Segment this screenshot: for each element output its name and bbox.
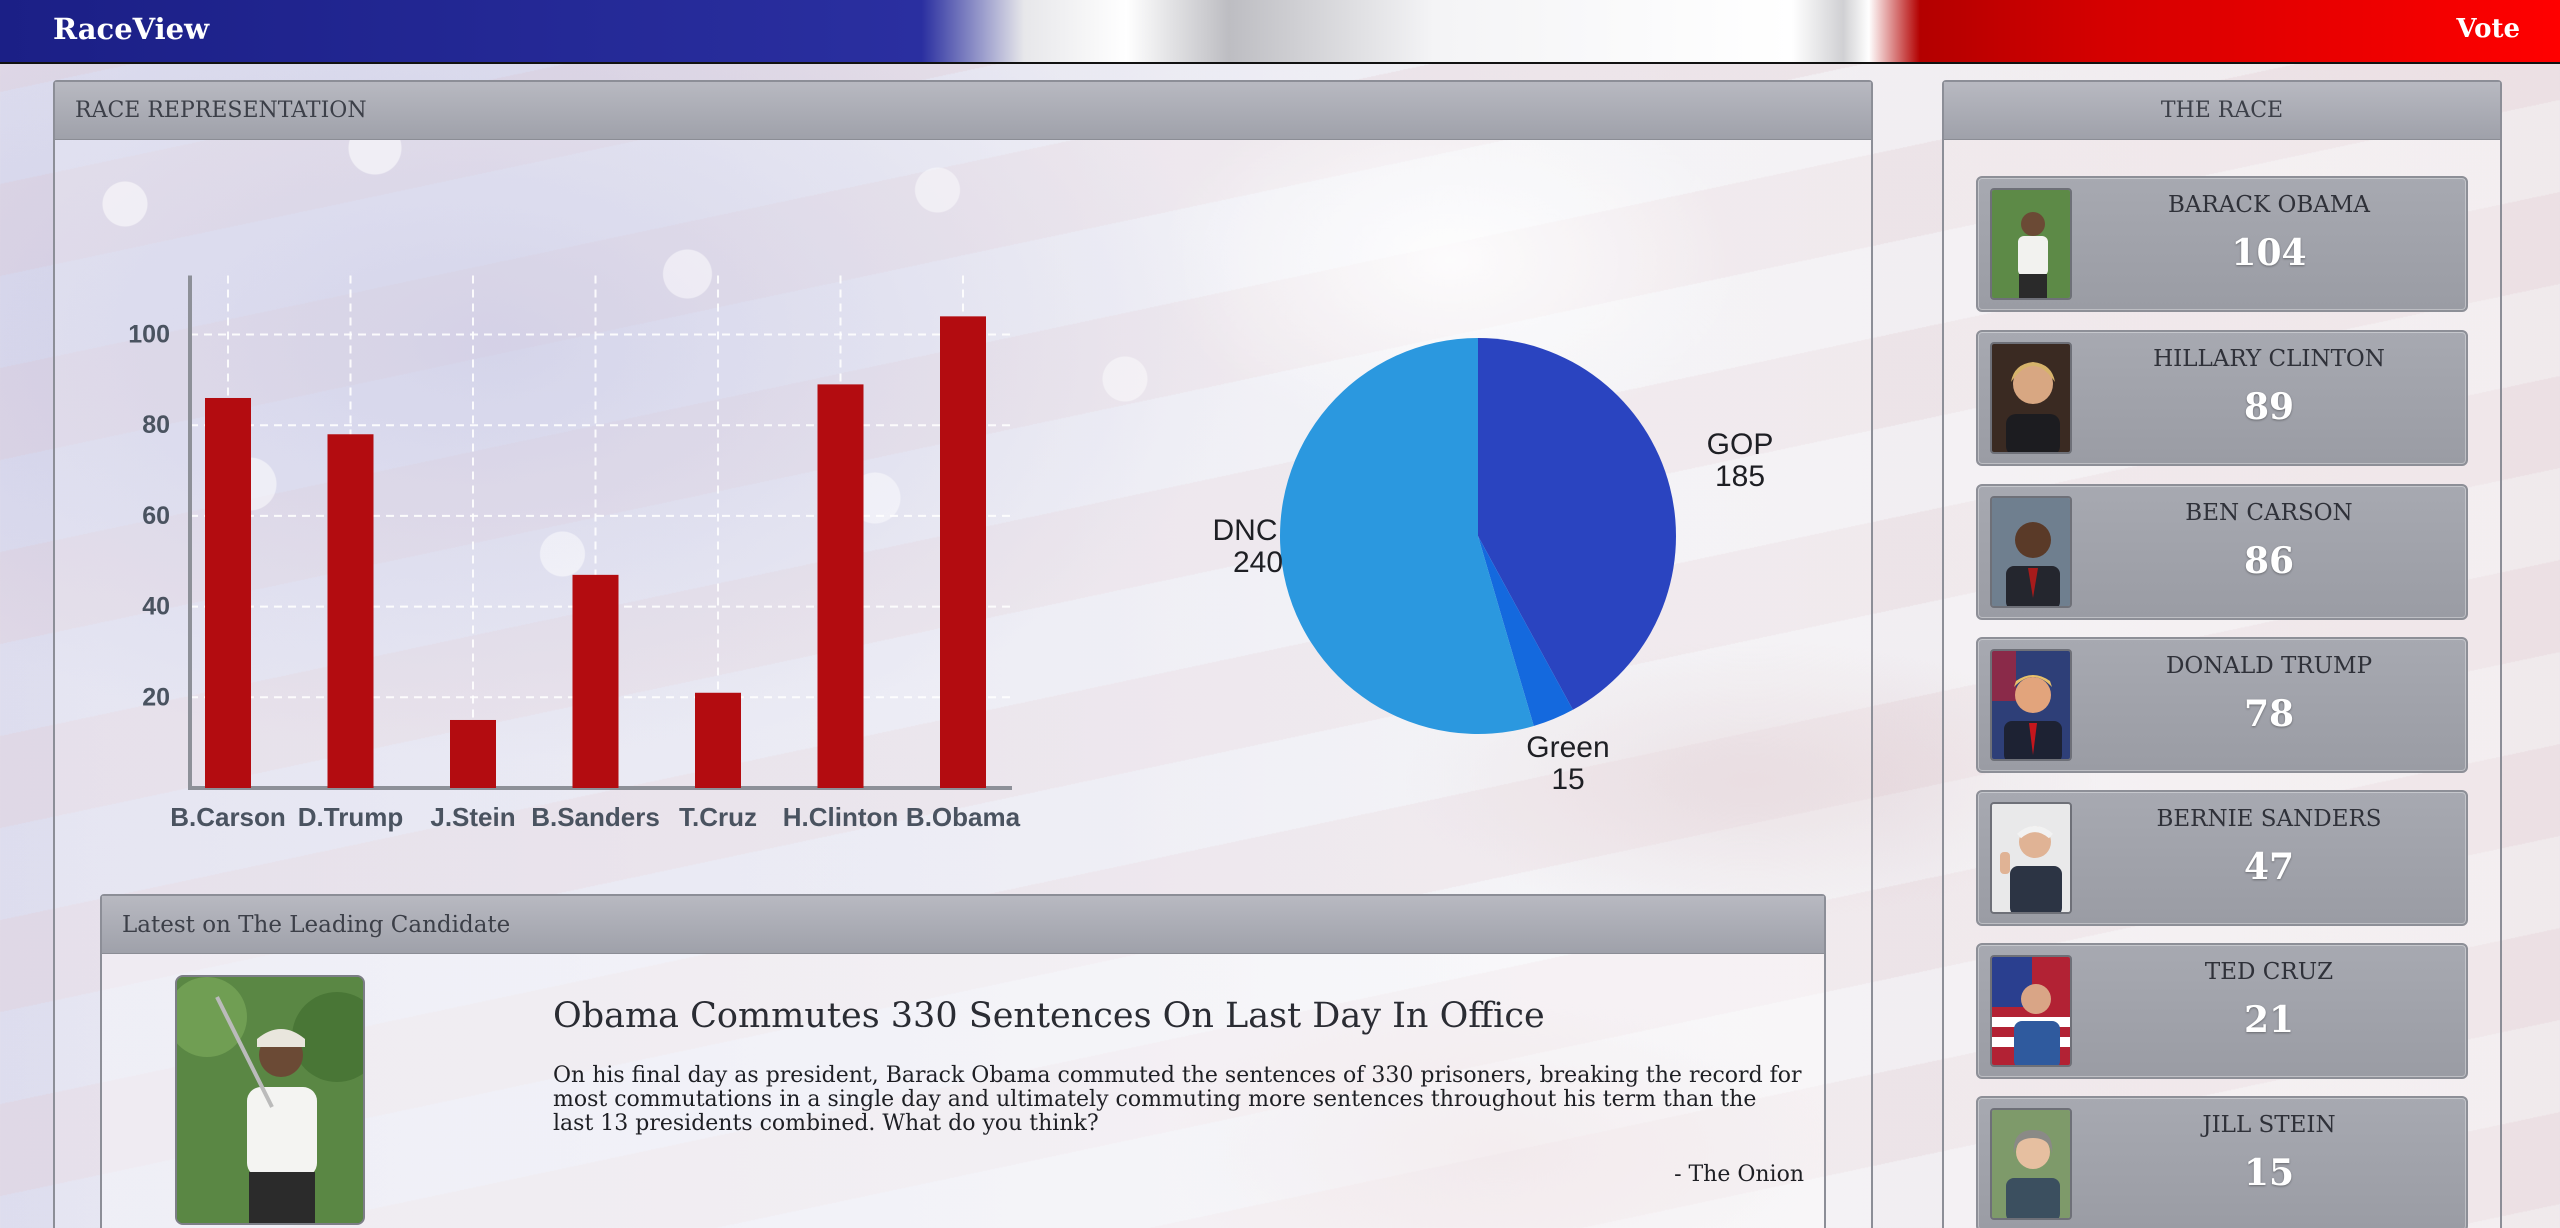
x-tick-label: D.Trump: [298, 802, 403, 832]
candidate-avatar: [1990, 496, 2072, 608]
bar: [572, 574, 619, 788]
news-title[interactable]: Obama Commutes 330 Sentences On Last Day…: [553, 996, 1803, 1036]
candidate-name: DONALD TRUMP: [2165, 653, 2373, 679]
candidate-votes: 89: [2243, 386, 2295, 428]
bar: [817, 384, 864, 788]
candidate-votes: 104: [2231, 232, 2307, 274]
bar: [327, 434, 374, 788]
news-body: On his final day as president, Barack Ob…: [553, 1063, 1802, 1136]
bar: [695, 692, 741, 788]
pie-value: 240: [1233, 546, 1283, 579]
pie-chart: GOP185 Green15 DNC240: [1213, 338, 1774, 796]
pie-label: GOP: [1707, 428, 1774, 461]
race-representation-title: RACE REPRESENTATION: [55, 82, 1871, 140]
pie-label: Green: [1526, 731, 1609, 764]
news-header: Latest on The Leading Candidate: [102, 896, 1824, 954]
y-tick-label: 20: [142, 683, 170, 711]
candidate-card-sanders[interactable]: BERNIE SANDERS 47: [1976, 790, 2468, 926]
bar: [940, 316, 986, 788]
the-race-title: THE RACE: [1944, 82, 2500, 140]
candidate-card-stein[interactable]: JILL STEIN 15: [1976, 1096, 2468, 1228]
vote-link[interactable]: Vote: [2456, 14, 2520, 44]
candidate-avatar: [1990, 342, 2072, 454]
candidate-name: HILLARY CLINTON: [2153, 346, 2385, 372]
x-tick-label: J.Stein: [430, 802, 515, 832]
candidate-name: BEN CARSON: [2185, 500, 2353, 526]
candidate-avatar: [1990, 1108, 2072, 1220]
candidate-votes: 86: [2243, 540, 2295, 582]
candidate-votes: 78: [2243, 693, 2295, 735]
candidate-name: TED CRUZ: [2204, 959, 2334, 985]
bar-chart: 20 40 60 80 100 B.Carson D.Trump J.Stein B.Sande…: [128, 275, 1021, 832]
candidate-card-cruz[interactable]: TED CRUZ 21: [1976, 943, 2468, 1079]
candidate-card-carson[interactable]: BEN CARSON 86: [1976, 484, 2468, 620]
news-source: - The Onion: [1674, 1162, 1804, 1187]
candidate-card-obama[interactable]: BARACK OBAMA 104: [1976, 176, 2468, 312]
pie-label: DNC: [1213, 514, 1278, 547]
y-tick-label: 100: [128, 321, 170, 349]
candidate-card-trump[interactable]: DONALD TRUMP 78: [1976, 637, 2468, 773]
y-tick-label: 80: [142, 411, 170, 439]
candidate-name: BARACK OBAMA: [2167, 192, 2371, 218]
candidate-avatar: [1990, 955, 2072, 1067]
x-tick-label: B.Sanders: [531, 802, 660, 832]
candidate-votes: 15: [2243, 1152, 2295, 1194]
y-tick-label: 60: [142, 502, 170, 530]
x-tick-label: B.Carson: [170, 802, 286, 832]
bar: [205, 397, 251, 788]
candidate-card-clinton[interactable]: HILLARY CLINTON 89: [1976, 330, 2468, 466]
bar: [450, 719, 496, 788]
pie-value: 185: [1715, 460, 1765, 493]
candidate-name: BERNIE SANDERS: [2156, 806, 2382, 832]
x-tick-label: T.Cruz: [679, 802, 757, 832]
x-tick-label: H.Clinton: [783, 802, 899, 832]
x-tick-label: B.Obama: [906, 802, 1021, 832]
candidate-name: JILL STEIN: [2202, 1112, 2336, 1138]
news-photo: [175, 975, 365, 1225]
pie-value: 15: [1551, 763, 1584, 796]
candidate-avatar: [1990, 649, 2072, 761]
candidate-avatar: [1990, 188, 2072, 300]
candidate-votes: 21: [2243, 999, 2295, 1041]
golfer-image: [177, 977, 363, 1223]
candidate-votes: 47: [2243, 846, 2295, 888]
navbar: RaceView Vote: [0, 0, 2560, 64]
y-tick-label: 40: [142, 593, 170, 621]
brand-logo[interactable]: RaceView: [53, 12, 209, 46]
candidate-avatar: [1990, 802, 2072, 914]
